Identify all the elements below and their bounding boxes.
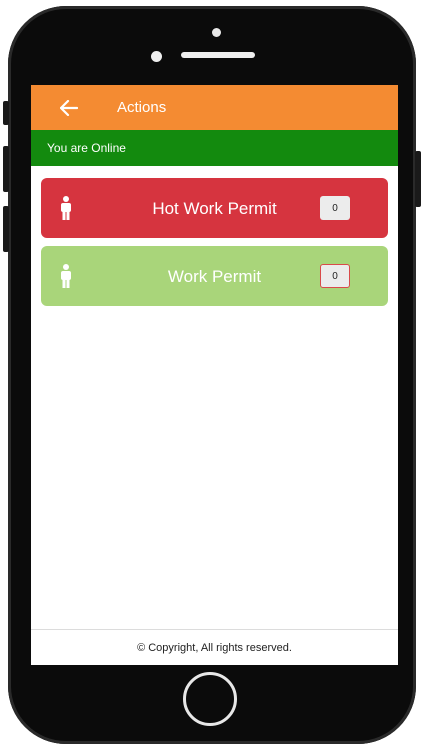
online-status-text: You are Online bbox=[47, 141, 126, 155]
volume-up-button bbox=[3, 146, 9, 192]
volume-down-button bbox=[3, 206, 9, 252]
count-badge: 0 bbox=[320, 196, 350, 220]
app-screen: Actions You are Online Hot Work Permit 0… bbox=[31, 85, 398, 665]
app-bar: Actions bbox=[31, 85, 398, 130]
hot-work-permit-card[interactable]: Hot Work Permit 0 bbox=[41, 178, 388, 238]
front-camera bbox=[212, 28, 221, 37]
copyright-text: © Copyright, All rights reserved. bbox=[137, 641, 292, 654]
earpiece-speaker bbox=[181, 52, 255, 58]
work-permit-card[interactable]: Work Permit 0 bbox=[41, 246, 388, 306]
count-badge: 0 bbox=[320, 264, 350, 288]
sensor bbox=[151, 51, 162, 62]
power-button bbox=[415, 151, 421, 207]
mute-switch bbox=[3, 101, 9, 125]
footer: © Copyright, All rights reserved. bbox=[31, 629, 398, 665]
page-title: Actions bbox=[117, 99, 167, 116]
arrow-left-icon[interactable] bbox=[59, 98, 79, 118]
online-status-banner: You are Online bbox=[31, 130, 398, 166]
home-button[interactable] bbox=[183, 672, 237, 726]
